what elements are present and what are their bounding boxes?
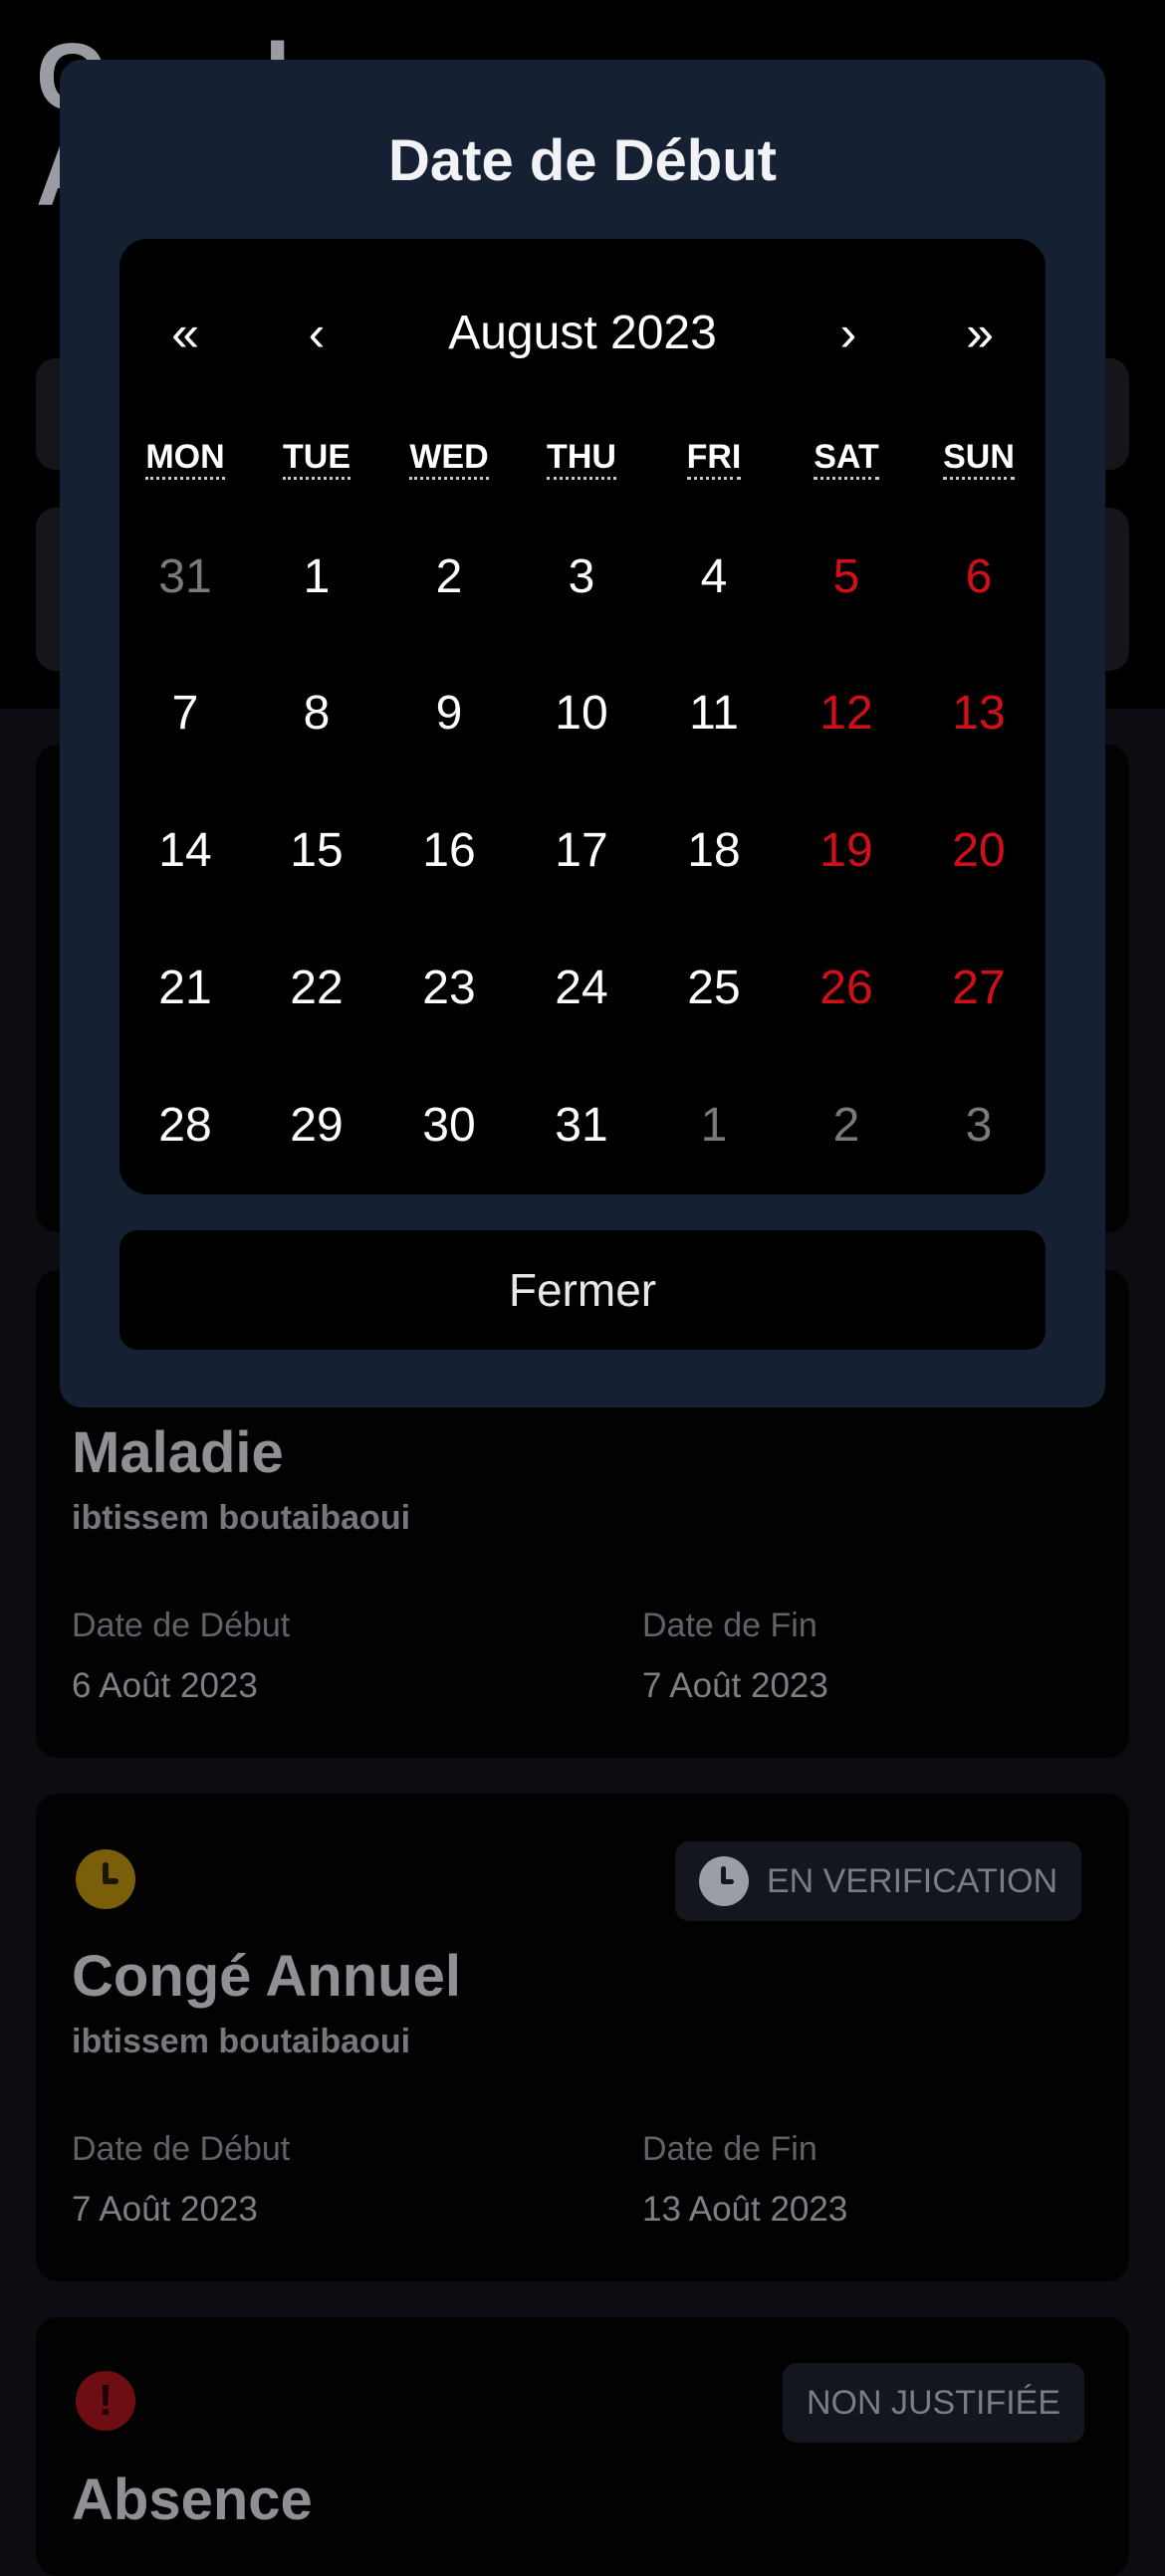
calendar-day[interactable]: 13 — [919, 669, 1039, 758]
request-type: Maladie — [72, 1420, 284, 1485]
calendar-day[interactable]: 18 — [654, 806, 774, 896]
calendar-day[interactable]: 19 — [787, 806, 906, 896]
end-date-label: Date de Fin — [642, 1607, 817, 1644]
calendar-day[interactable]: 28 — [125, 1081, 245, 1171]
status-badge-label: EN VERIFICATION — [767, 1861, 1058, 1900]
calendar-day[interactable]: 1 — [257, 533, 376, 622]
weekday-tue: TUE — [251, 438, 382, 480]
month-label[interactable]: August 2023 — [119, 309, 1046, 358]
calendar-day[interactable]: 11 — [654, 669, 774, 758]
request-type: Congé Annuel — [72, 1944, 461, 2009]
calendar-day[interactable]: 25 — [654, 944, 774, 1033]
calendar-day[interactable]: 8 — [257, 669, 376, 758]
calendar-day[interactable]: 29 — [257, 1081, 376, 1171]
calendar-day[interactable]: 15 — [257, 806, 376, 896]
request-card-conge-annuel[interactable]: EN VERIFICATION Congé Annuel ibtissem bo… — [36, 1794, 1129, 2281]
employee-name: ibtissem boutaibaoui — [72, 1499, 411, 1537]
weekday-thu: THU — [516, 438, 647, 480]
weekday-wed: WED — [383, 438, 515, 480]
end-date-value: 7 Août 2023 — [642, 1666, 828, 1705]
calendar-day[interactable]: 30 — [389, 1081, 509, 1171]
calendar-day[interactable]: 26 — [787, 944, 906, 1033]
status-badge: NON JUSTIFIÉE — [783, 2363, 1085, 2443]
close-button[interactable]: Fermer — [119, 1230, 1046, 1350]
clock-icon — [699, 1856, 749, 1906]
calendar-day[interactable]: 3 — [919, 1081, 1039, 1171]
start-date-value: 6 Août 2023 — [72, 1666, 258, 1705]
start-date-label: Date de Début — [72, 1607, 291, 1644]
calendar-day[interactable]: 9 — [389, 669, 509, 758]
calendar-day[interactable]: 6 — [919, 533, 1039, 622]
calendar-day[interactable]: 17 — [522, 806, 641, 896]
calendar-day[interactable]: 3 — [522, 533, 641, 622]
calendar-day[interactable]: 2 — [389, 533, 509, 622]
weekday-sat: SAT — [781, 438, 912, 480]
calendar-day[interactable]: 23 — [389, 944, 509, 1033]
end-date-value: 13 Août 2023 — [642, 2190, 848, 2229]
calendar-day[interactable]: 7 — [125, 669, 245, 758]
status-badge: EN VERIFICATION — [675, 1841, 1082, 1921]
date-picker-modal: Date de Début « ‹ August 2023 › » MON TU… — [60, 60, 1105, 1407]
calendar-day[interactable]: 1 — [654, 1081, 774, 1171]
calendar-day[interactable]: 2 — [787, 1081, 906, 1171]
calendar-day[interactable]: 12 — [787, 669, 906, 758]
calendar-day[interactable]: 20 — [919, 806, 1039, 896]
calendar-day[interactable]: 24 — [522, 944, 641, 1033]
start-date-value: 7 Août 2023 — [72, 2190, 258, 2229]
calendar-day[interactable]: 27 — [919, 944, 1039, 1033]
request-type: Absence — [72, 2468, 313, 2532]
request-card-absence[interactable]: ! NON JUSTIFIÉE Absence — [36, 2317, 1129, 2576]
calendar-day[interactable]: 31 — [522, 1081, 641, 1171]
calendar-day[interactable]: 10 — [522, 669, 641, 758]
calendar-day[interactable]: 21 — [125, 944, 245, 1033]
calendar-day[interactable]: 31 — [125, 533, 245, 622]
weekday-mon: MON — [119, 438, 251, 480]
calendar-day[interactable]: 16 — [389, 806, 509, 896]
alert-icon: ! — [76, 2371, 135, 2431]
modal-title: Date de Début — [388, 128, 777, 193]
clock-icon — [76, 1849, 135, 1909]
employee-name: ibtissem boutaibaoui — [72, 2023, 411, 2060]
calendar-day[interactable]: 5 — [787, 533, 906, 622]
next-month-button[interactable]: › — [799, 309, 898, 358]
start-date-label: Date de Début — [72, 2130, 291, 2168]
weekday-sun: SUN — [913, 438, 1045, 480]
calendar: « ‹ August 2023 › » MON TUE WED THU FRI … — [119, 239, 1046, 1194]
calendar-day[interactable]: 22 — [257, 944, 376, 1033]
calendar-day[interactable]: 14 — [125, 806, 245, 896]
weekday-fri: FRI — [648, 438, 780, 480]
end-date-label: Date de Fin — [642, 2130, 817, 2168]
next-year-button[interactable]: » — [930, 309, 1030, 358]
calendar-day[interactable]: 4 — [654, 533, 774, 622]
status-badge-label: NON JUSTIFIÉE — [807, 2383, 1061, 2422]
